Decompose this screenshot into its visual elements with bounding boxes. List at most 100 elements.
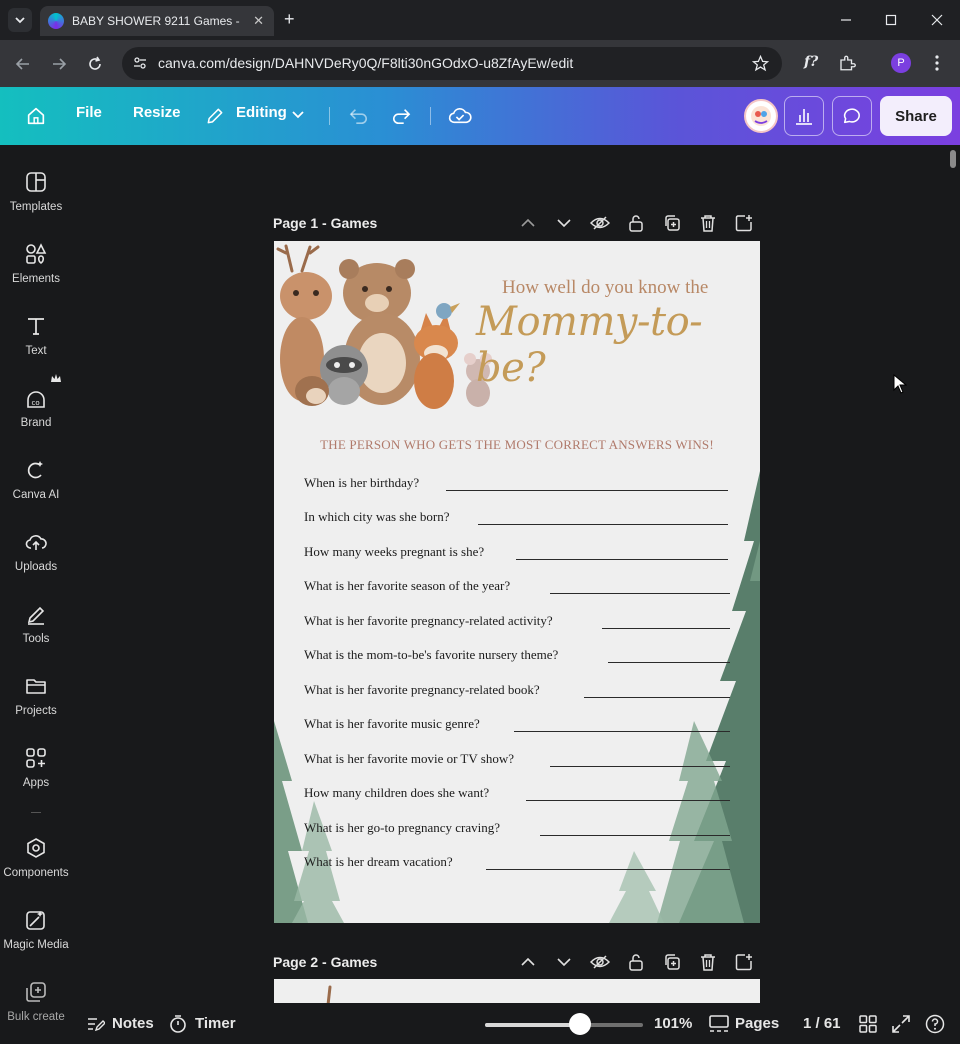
grid-view-button[interactable] <box>858 1014 878 1034</box>
fullscreen-button[interactable] <box>891 1014 911 1034</box>
question-text[interactable]: When is her birthday? <box>304 475 419 491</box>
new-tab-button[interactable]: + <box>284 9 295 30</box>
redo-button[interactable] <box>386 101 416 131</box>
extensions-puzzle-icon[interactable] <box>838 54 856 72</box>
lock-page-button[interactable] <box>625 951 647 973</box>
sidebar-item-magic-media[interactable]: Magic Media <box>0 887 72 957</box>
back-button[interactable] <box>12 53 34 75</box>
maximize-button[interactable] <box>881 10 901 30</box>
close-window-button[interactable] <box>927 10 947 30</box>
answer-line <box>550 766 730 767</box>
reload-button[interactable] <box>84 53 106 75</box>
grid-view-icon <box>859 1015 877 1033</box>
collaborator-avatar[interactable] <box>744 99 778 133</box>
instruction-text[interactable]: THE PERSON WHO GETS THE MOST CORRECT ANS… <box>274 437 760 453</box>
sidebar-item-projects[interactable]: Projects <box>0 653 72 723</box>
comments-button[interactable] <box>832 96 872 136</box>
page-counter[interactable]: 1 / 61 <box>803 1015 841 1032</box>
left-sidebar: Templates Elements Text co Brand Canva A… <box>0 145 72 1044</box>
notes-button[interactable]: Notes <box>112 1015 154 1032</box>
question-text[interactable]: How many weeks pregnant is she? <box>304 544 484 560</box>
question-text[interactable]: What is the mom-to-be's favorite nursery… <box>304 647 558 663</box>
sidebar-item-templates[interactable]: Templates <box>0 149 72 219</box>
page-title[interactable]: Page 2 - Games <box>273 954 377 970</box>
chevron-up-icon <box>521 957 535 966</box>
move-page-down-button[interactable] <box>553 951 575 973</box>
question-text[interactable]: What is her go-to pregnancy craving? <box>304 820 500 836</box>
pages-button[interactable]: Pages <box>735 1015 779 1032</box>
arrow-left-icon <box>15 58 29 70</box>
sidebar-item-canva-ai[interactable]: Canva AI <box>0 437 72 507</box>
timer-button[interactable]: Timer <box>195 1015 236 1032</box>
question-text[interactable]: What is her favorite movie or TV show? <box>304 751 514 767</box>
delete-page-button[interactable] <box>697 951 719 973</box>
add-page-button[interactable] <box>733 951 755 973</box>
zoom-slider[interactable] <box>485 1023 643 1027</box>
share-label: Share <box>895 107 937 125</box>
question-text[interactable]: In which city was she born? <box>304 509 450 525</box>
headline-script[interactable]: Mommy-to-be? <box>476 299 760 391</box>
more-vertical-icon[interactable] <box>930 54 944 72</box>
question-text[interactable]: What is her favorite pregnancy-related a… <box>304 613 553 629</box>
tab-search-button[interactable] <box>8 8 32 32</box>
file-menu-button[interactable]: File <box>76 104 102 121</box>
profile-avatar[interactable]: P <box>891 53 911 73</box>
pencil-icon <box>207 108 223 124</box>
undo-button[interactable] <box>344 101 374 131</box>
move-page-up-button[interactable] <box>517 212 539 234</box>
design-page-2[interactable] <box>274 979 760 1004</box>
question-text[interactable]: How many children does she want? <box>304 785 489 801</box>
forward-button[interactable] <box>48 53 70 75</box>
save-status-button[interactable] <box>445 101 475 131</box>
sidebar-item-tools[interactable]: Tools <box>0 581 72 651</box>
tab-close-icon[interactable]: ✕ <box>253 13 264 29</box>
sidebar-item-apps[interactable]: Apps <box>0 725 72 795</box>
answer-line <box>550 593 730 594</box>
sidebar-label: Projects <box>15 705 57 717</box>
sidebar-item-components[interactable]: Components <box>0 815 72 885</box>
timer-icon[interactable] <box>168 1014 188 1034</box>
sidebar-item-uploads[interactable]: Uploads <box>0 509 72 579</box>
sidebar-label: Apps <box>22 777 50 789</box>
move-page-up-button[interactable] <box>517 951 539 973</box>
workspace-scrollbar[interactable] <box>950 150 956 168</box>
question-text[interactable]: What is her dream vacation? <box>304 854 453 870</box>
browser-tab[interactable]: BABY SHOWER 9211 Games - 5 ✕ <box>40 6 274 36</box>
add-page-button[interactable] <box>733 212 755 234</box>
minimize-button[interactable] <box>836 10 856 30</box>
bookmark-star-icon[interactable] <box>752 55 769 72</box>
help-button[interactable] <box>925 1014 945 1034</box>
duplicate-page-button[interactable] <box>661 951 683 973</box>
editing-mode-button[interactable]: Editing <box>205 101 315 131</box>
question-text[interactable]: What is her favorite season of the year? <box>304 578 510 594</box>
move-page-down-button[interactable] <box>553 212 575 234</box>
lock-page-button[interactable] <box>625 212 647 234</box>
headline-top[interactable]: How well do you know the <box>502 277 708 299</box>
share-button[interactable]: Share <box>880 96 952 136</box>
sidebar-label: Elements <box>12 273 60 285</box>
question-text[interactable]: What is her favorite pregnancy-related b… <box>304 682 540 698</box>
pages-icon[interactable] <box>709 1014 729 1034</box>
address-bar[interactable]: canva.com/design/DAHNVDeRy0Q/F8lti30nGOd… <box>122 47 782 80</box>
home-button[interactable] <box>21 101 51 131</box>
uploads-icon <box>23 529 49 555</box>
hide-page-button[interactable] <box>589 951 611 973</box>
zoom-slider-handle[interactable] <box>568 1013 591 1035</box>
sidebar-item-elements[interactable]: Elements <box>0 221 72 291</box>
font-extension-icon[interactable]: f? <box>804 54 818 70</box>
site-settings-icon[interactable] <box>132 55 148 71</box>
hide-page-button[interactable] <box>589 212 611 234</box>
sidebar-item-text[interactable]: Text <box>0 293 72 363</box>
question-text[interactable]: What is her favorite music genre? <box>304 716 480 732</box>
duplicate-page-button[interactable] <box>661 212 683 234</box>
insights-button[interactable] <box>784 96 824 136</box>
sidebar-item-brand[interactable]: co Brand <box>0 365 72 435</box>
page-title[interactable]: Page 1 - Games <box>273 215 377 231</box>
resize-button[interactable]: Resize <box>133 104 181 121</box>
zoom-level[interactable]: 101% <box>654 1015 692 1032</box>
sidebar-item-bulk-create[interactable]: Bulk create <box>0 959 72 1029</box>
design-page-1[interactable]: How well do you know the Mommy-to-be? TH… <box>274 241 760 923</box>
sidebar-divider <box>31 812 41 813</box>
delete-page-button[interactable] <box>697 212 719 234</box>
notes-icon[interactable] <box>86 1014 106 1034</box>
